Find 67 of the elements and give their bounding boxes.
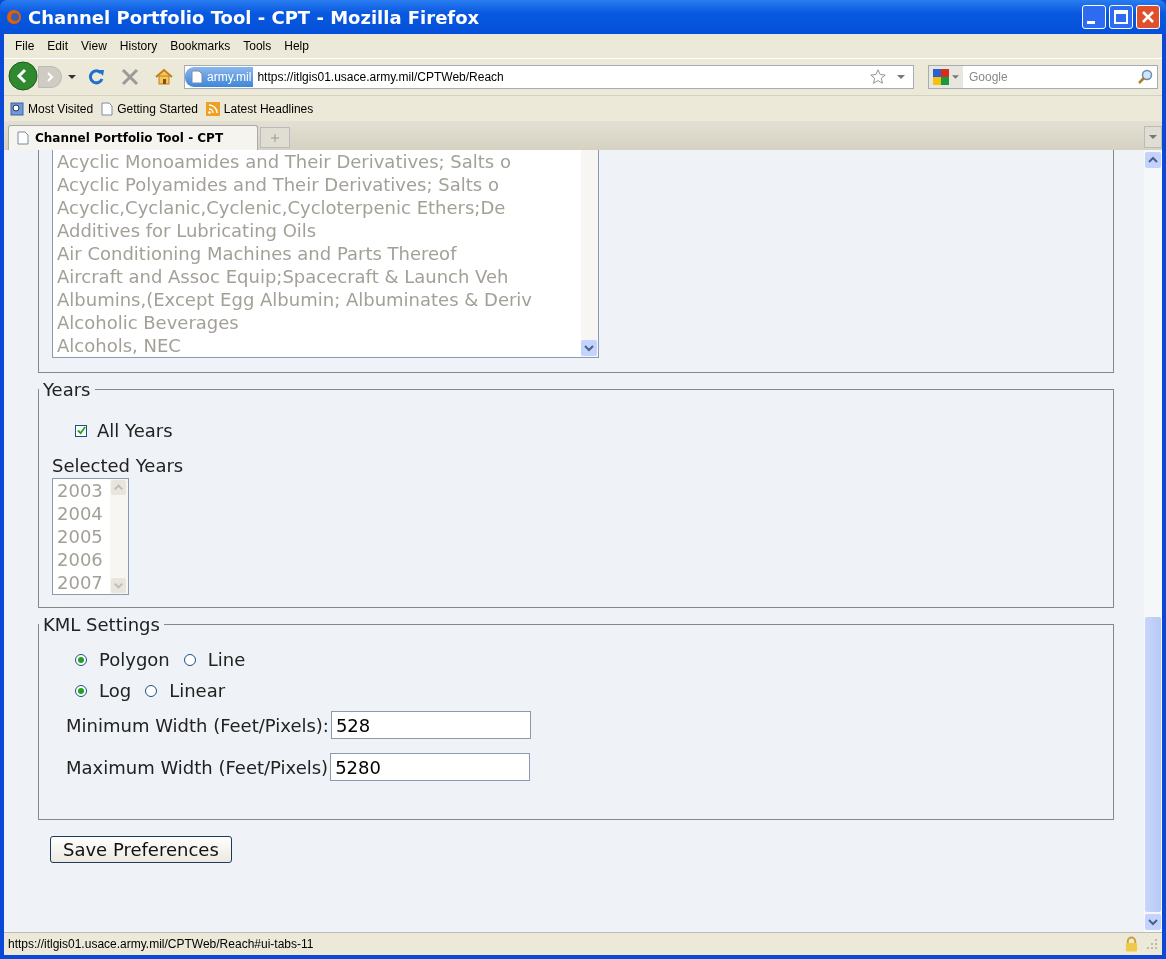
radio-button[interactable] bbox=[75, 684, 87, 697]
minimize-icon bbox=[1087, 20, 1095, 24]
menu-item[interactable]: View bbox=[76, 39, 115, 53]
field-label: Maximum Width (Feet/Pixels) bbox=[66, 756, 329, 778]
bookmark-item[interactable]: Most Visited bbox=[10, 101, 94, 116]
search-engine-button[interactable] bbox=[929, 66, 963, 88]
search-bar[interactable]: Google bbox=[928, 65, 1158, 89]
menu-item[interactable]: Bookmarks bbox=[165, 39, 239, 53]
radio-button[interactable] bbox=[183, 653, 196, 666]
radio-button[interactable] bbox=[75, 653, 87, 666]
close-button[interactable] bbox=[1136, 5, 1160, 29]
site-name: army.mil bbox=[207, 70, 252, 84]
stop-icon[interactable] bbox=[120, 67, 140, 87]
scrollbar-thumb[interactable] bbox=[1145, 617, 1161, 912]
checkbox-label: All Years bbox=[97, 420, 173, 441]
page-icon bbox=[191, 70, 203, 84]
radio-label: Log bbox=[99, 680, 132, 701]
bookmark-item[interactable]: Latest Headlines bbox=[205, 101, 314, 116]
width-input[interactable]: 5280 bbox=[330, 753, 531, 781]
url-text: https://itlgis01.usace.army.mil/CPTWeb/Reach bbox=[257, 70, 505, 84]
menu-item[interactable]: History bbox=[114, 39, 166, 53]
minimize-button[interactable] bbox=[1082, 5, 1106, 29]
scroll-up-icon[interactable] bbox=[1145, 152, 1161, 168]
caret-icon bbox=[952, 75, 959, 79]
maximize-button[interactable] bbox=[1109, 5, 1133, 29]
scroll-down-icon[interactable] bbox=[1145, 914, 1161, 930]
window-title: Channel Portfolio Tool - CPT - Mozilla Firefox bbox=[28, 6, 481, 28]
menu-item[interactable]: Edit bbox=[42, 39, 77, 53]
status-text: https://itlgis01.usace.army.mil/CPTWeb/Reach#ui-tabs-11 bbox=[8, 937, 315, 951]
fieldset-legend: KML Settings bbox=[39, 614, 164, 635]
magnifier-folder-icon bbox=[10, 101, 24, 116]
width-input[interactable]: 528 bbox=[330, 711, 531, 739]
search-field[interactable]: Google bbox=[967, 69, 1133, 85]
engine-logo-icon bbox=[933, 69, 949, 85]
caret-icon[interactable] bbox=[897, 75, 905, 79]
site-identity-button[interactable]: army.mil bbox=[185, 67, 254, 87]
back-button[interactable] bbox=[8, 61, 40, 93]
radio-button[interactable] bbox=[145, 684, 158, 697]
tab-list-button[interactable] bbox=[1144, 126, 1162, 148]
caret-icon[interactable] bbox=[68, 75, 76, 79]
radio-label: Polygon bbox=[99, 649, 170, 670]
fieldset-legend: Years bbox=[39, 379, 95, 400]
rss-feed-icon bbox=[205, 101, 220, 116]
radio-label: Line bbox=[207, 649, 246, 670]
maximize-icon bbox=[1111, 7, 1131, 27]
save-preferences-button[interactable]: Save Preferences bbox=[50, 836, 232, 863]
search-icon[interactable] bbox=[1137, 69, 1153, 85]
radio-label: Linear bbox=[169, 680, 226, 701]
field-label: Minimum Width (Feet/Pixels): bbox=[66, 714, 329, 736]
browser-tab[interactable]: Channel Portfolio Tool - CPT bbox=[8, 125, 258, 150]
page-icon bbox=[101, 101, 114, 116]
field-label: Selected Years bbox=[52, 455, 185, 476]
bookmark-item[interactable]: Getting Started bbox=[101, 101, 198, 116]
address-bar[interactable]: army.mil https://itlgis01.usace.army.mil/CPTWeb/Reach bbox=[184, 65, 914, 89]
home-icon[interactable] bbox=[154, 67, 174, 87]
menu-item[interactable]: Help bbox=[279, 39, 317, 53]
resize-grip-icon bbox=[1146, 938, 1158, 950]
caret-icon bbox=[1149, 135, 1157, 139]
menu-item[interactable]: File bbox=[10, 39, 43, 53]
star-icon[interactable] bbox=[869, 68, 887, 86]
reload-icon[interactable] bbox=[86, 67, 106, 87]
plus-icon bbox=[270, 132, 280, 143]
browser-logo-icon bbox=[6, 9, 22, 25]
page-icon bbox=[17, 131, 29, 145]
vertical-scrollbar[interactable] bbox=[1144, 150, 1162, 932]
padlock-icon bbox=[1125, 936, 1138, 952]
menu-item[interactable]: Tools bbox=[238, 39, 280, 53]
